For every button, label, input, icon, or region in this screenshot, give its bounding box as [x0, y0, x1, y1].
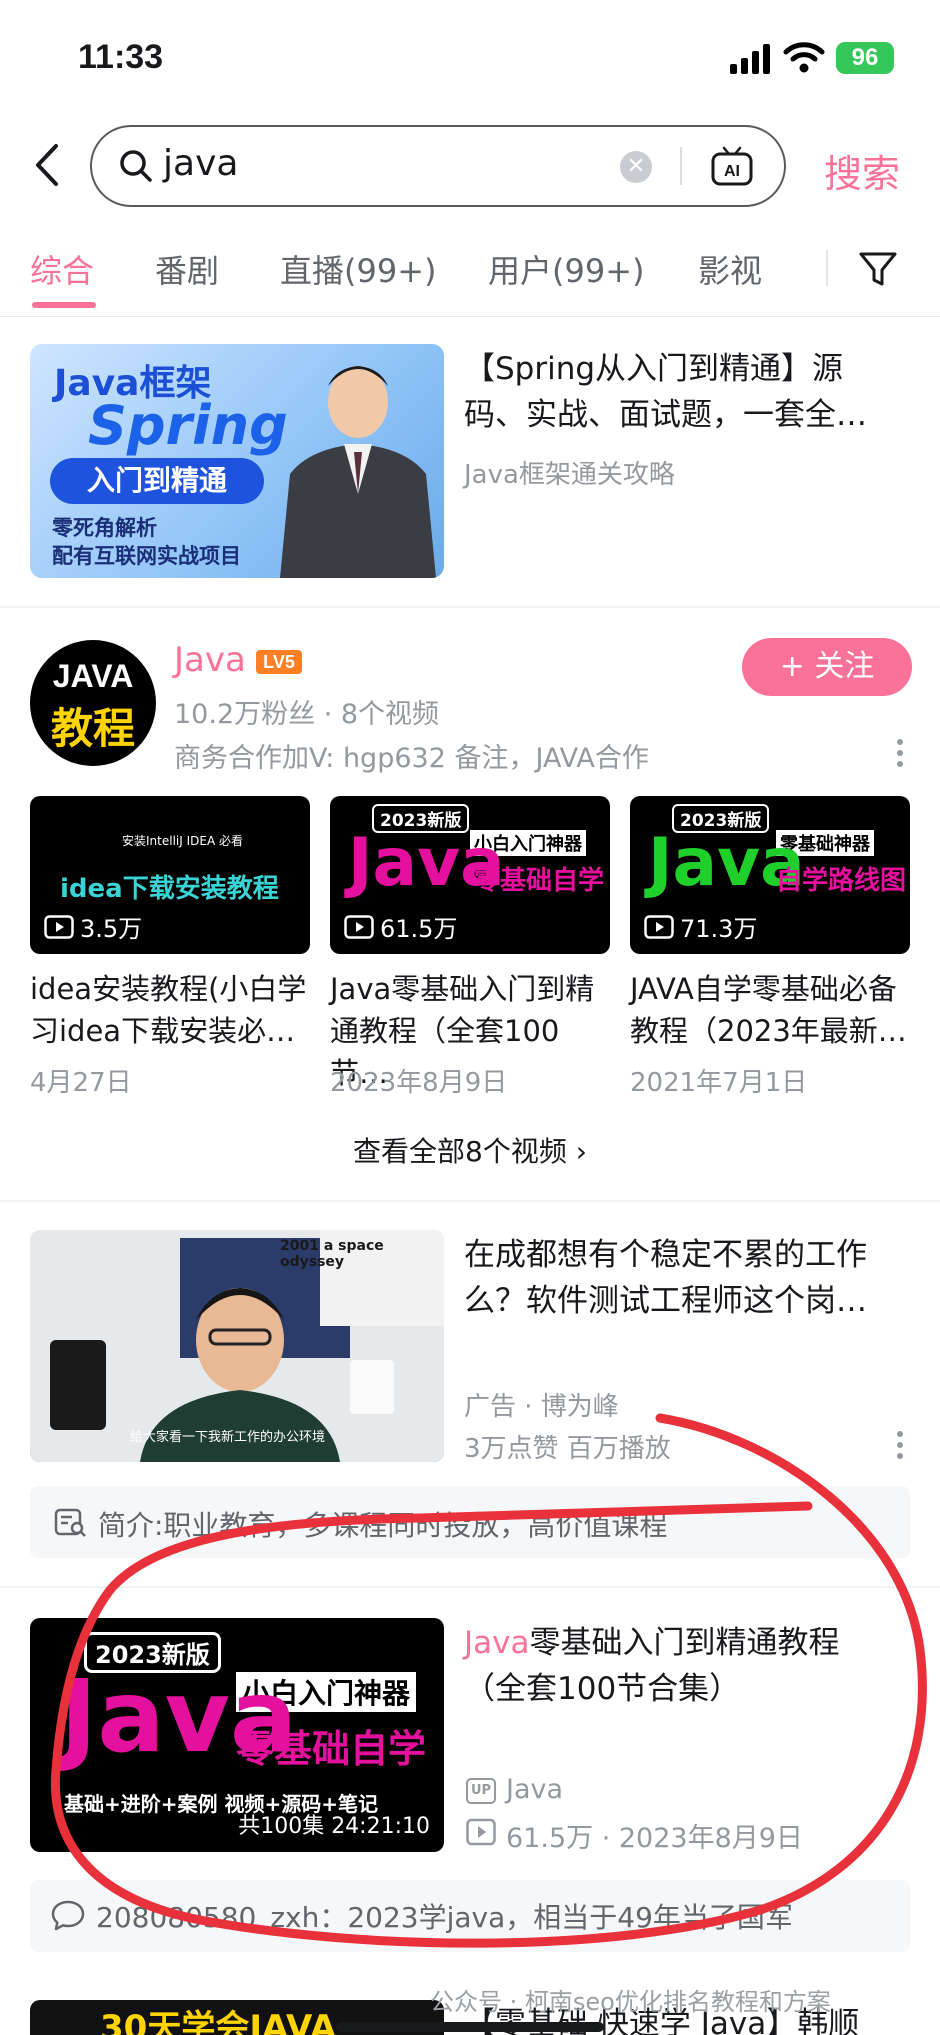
thumb-line2: Spring — [88, 394, 288, 457]
home-indicator[interactable] — [336, 2022, 604, 2032]
ad-intro-text: 简介:职业教育，多课程同时投放，高价值课程 — [98, 1509, 668, 1542]
play-icon — [344, 914, 374, 939]
next-thumb-text: 30天学会JAVA — [100, 2008, 337, 2035]
video-title-line1[interactable]: Java零基础入门到精通教程 — [464, 1620, 839, 1666]
play-icon — [44, 914, 74, 939]
battery-indicator: 96 — [836, 42, 894, 74]
follow-button[interactable]: + 关注 — [742, 638, 912, 696]
play-count: 71.3万 — [644, 909, 757, 944]
tab-bangumi[interactable]: 番剧 — [155, 246, 219, 292]
course-thumbnail[interactable]: Java框架 Spring 入门到精通 零死角解析 配有互联网实战项目 — [30, 344, 444, 578]
cell-signal-icon — [730, 44, 770, 74]
section-divider — [0, 606, 940, 608]
user-video-date: 2023年8月9日 — [330, 1068, 508, 1098]
ad-thumbnail[interactable]: 2001 a space odyssey 给大家看一下我新工作的办公环境 — [30, 1230, 444, 1462]
see-all-videos-link[interactable]: 查看全部8个视频 › — [0, 1130, 940, 1170]
user-video-thumb[interactable]: 2023新版 小白入门神器 Java 零基础自学 61.5万 — [330, 796, 610, 954]
search-button[interactable]: 搜索 — [824, 143, 900, 198]
video-duration: 共100集 24:21:10 — [238, 1814, 430, 1839]
user-stats: 10.2万粉丝 · 8个视频 — [174, 699, 440, 730]
presenter-image — [280, 366, 436, 578]
thumb-sub: 零基础自学 — [236, 1727, 427, 1771]
watermark: 公众号 · 柯南seo优化排名教程和方案 — [430, 1988, 831, 2016]
video-uploader[interactable]: Java — [506, 1774, 563, 1805]
play-count-icon — [466, 1818, 496, 1846]
comment-icon — [51, 1900, 85, 1931]
ad-title-line2[interactable]: 么？软件测试工程师这个岗… — [464, 1278, 867, 1324]
intro-search-icon — [54, 1508, 86, 1537]
user-video-thumb[interactable]: 安装IntelliJ IDEA 必看 idea下载安装教程 3.5万 — [30, 796, 310, 954]
title-rest: 零基础入门到精通教程 — [529, 1625, 840, 1661]
ai-label: AI — [724, 163, 740, 180]
thumb-line2: idea下载安装教程 — [60, 874, 279, 904]
level-badge: LV5 — [256, 650, 302, 674]
search-query[interactable]: java — [163, 143, 238, 184]
section-divider — [0, 1200, 940, 1202]
play-count: 3.5万 — [44, 909, 142, 944]
chevron-right-icon: › — [575, 1135, 587, 1168]
comment-text: 208080580_zxh：2023学java，相当于49年当了国军 — [96, 1901, 793, 1934]
ad-source[interactable]: 广告 · 博为峰 — [464, 1386, 619, 1423]
see-all-label: 查看全部8个视频 — [353, 1135, 567, 1168]
status-time: 11:33 — [78, 38, 164, 76]
play-icon — [644, 914, 674, 939]
user-video-thumb[interactable]: 2023新版 零基础神器 Java 自学路线图 71.3万 — [630, 796, 910, 954]
thumb-sign: 2001 a space odyssey — [280, 1238, 384, 1270]
user-video-date: 4月27日 — [30, 1068, 132, 1098]
title-highlight: Java — [464, 1625, 530, 1661]
avatar[interactable]: JAVA 教程 — [30, 640, 156, 766]
back-arrow-icon[interactable] — [28, 140, 68, 190]
wifi-icon — [783, 42, 825, 73]
ad-title-line1[interactable]: 在成都想有个稳定不累的工作 — [464, 1232, 867, 1278]
thumb-line1: 安装IntelliJ IDEA 必看 — [122, 834, 243, 848]
course-title-line1[interactable]: 【Spring从入门到精通】源 — [464, 346, 843, 392]
video-thumbnail[interactable]: 2023新版 小白入门神器 Java 零基础自学 基础+进阶+案例 视频+源码+… — [30, 1618, 444, 1852]
title-line1: Java零基础入门到精 — [330, 972, 595, 1006]
search-divider — [680, 147, 682, 185]
ad-stats: 3万点赞 百万播放 — [464, 1434, 671, 1464]
tab-all[interactable]: 综合 — [30, 246, 94, 292]
user-name[interactable]: Java — [174, 640, 246, 680]
user-video-date: 2021年7月1日 — [630, 1068, 808, 1098]
course-title-line2[interactable]: 码、实战、面试题，一套全… — [464, 392, 867, 438]
thumb-sub: 零基础自学 — [474, 866, 605, 896]
user-desc: 商务合作加V: hgp632 备注，JAVA合作 — [174, 743, 649, 774]
course-meta[interactable]: Java框架通关攻略 — [464, 454, 675, 491]
tabs-divider — [0, 316, 940, 317]
avatar-line2: 教程 — [50, 704, 135, 753]
video-title-line2[interactable]: （全套100节合集） — [464, 1666, 740, 1712]
user-video-title[interactable]: idea安装教程(小白学 习idea下载安装必… — [30, 968, 316, 1052]
user-video-title[interactable]: JAVA自学零基础必备 教程（2023年最新… — [630, 968, 916, 1052]
section-divider — [0, 1586, 940, 1588]
play-count: 61.5万 — [344, 909, 457, 944]
more-icon[interactable] — [896, 738, 904, 768]
more-icon[interactable] — [896, 1430, 904, 1460]
tab-separator — [826, 250, 828, 286]
play-count-value: 61.5万 — [380, 915, 458, 943]
tab-live[interactable]: 直播(99+) — [280, 246, 437, 292]
title-line1: JAVA自学零基础必备 — [630, 972, 897, 1006]
thumb-pill: 入门到精通 — [50, 458, 264, 504]
title-line1: idea安装教程(小白学 — [30, 972, 307, 1006]
tab-film[interactable]: 影视 — [698, 246, 762, 292]
tab-active-underline — [32, 302, 96, 308]
thumb-sub: 自学路线图 — [776, 866, 907, 896]
up-badge-icon: UP — [466, 1778, 496, 1804]
title-line2: 习idea下载安装必… — [30, 1014, 296, 1048]
clear-icon[interactable]: ✕ — [620, 151, 652, 183]
video-stats: 61.5万 · 2023年8月9日 — [506, 1823, 803, 1854]
thumb-sub1: 零死角解析 — [52, 516, 157, 540]
thumb-caption: 给大家看一下我新工作的办公环境 — [130, 1430, 326, 1445]
ai-tv-icon[interactable]: AI — [710, 145, 754, 187]
play-count-value: 71.3万 — [680, 915, 758, 943]
title-line2: 教程（2023年最新… — [630, 1014, 907, 1048]
play-count-value: 3.5万 — [80, 915, 143, 943]
tab-users[interactable]: 用户(99+) — [488, 246, 645, 292]
thumb-sub2: 配有互联网实战项目 — [52, 544, 241, 568]
search-icon — [120, 150, 152, 182]
filter-icon[interactable] — [856, 246, 900, 290]
avatar-line1: JAVA — [52, 658, 134, 694]
